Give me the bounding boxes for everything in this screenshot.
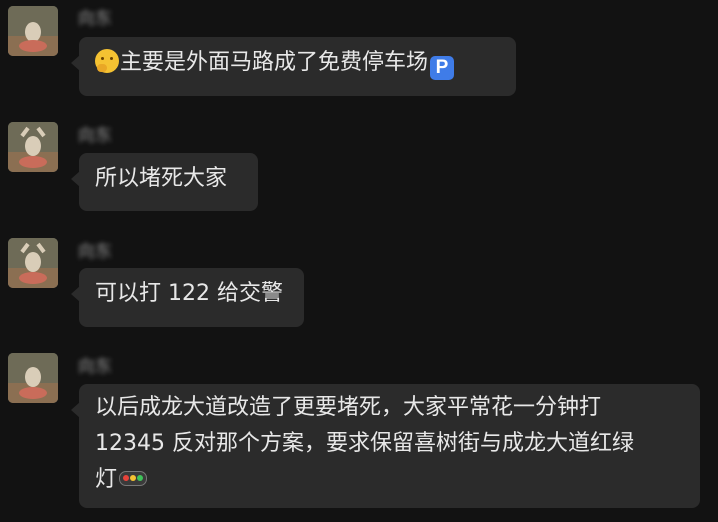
- avatar-image: [8, 353, 58, 403]
- message-row: 向东 可以打 122 给交警: [0, 231, 718, 341]
- message-line: 12345 反对那个方案，要求保留喜树街与成龙大道红绿: [95, 431, 634, 456]
- thinking-face-icon: [95, 49, 119, 73]
- sender-name: 向东: [78, 357, 112, 377]
- avatar[interactable]: [8, 122, 58, 172]
- avatar-image: [8, 238, 58, 288]
- message-bubble[interactable]: 以后成龙大道改造了更要堵死，大家平常花一分钟打 12345 反对那个方案，要求保…: [71, 384, 700, 508]
- avatar-image: [8, 122, 58, 172]
- avatar[interactable]: [8, 353, 58, 403]
- message-text: 主要是外面马路成了免费停车场: [120, 50, 429, 75]
- sender-name: 向东: [78, 126, 112, 146]
- message-bubble[interactable]: 主要是外面马路成了免费停车场 P: [71, 37, 516, 96]
- sender-name: 向东: [78, 9, 112, 29]
- avatar-image: [8, 6, 58, 56]
- avatar[interactable]: [8, 238, 58, 288]
- message-line-last: 灯: [95, 462, 684, 498]
- parking-icon: P: [430, 56, 455, 80]
- sender-name: 向东: [78, 242, 112, 262]
- message-line: 灯: [95, 467, 118, 492]
- traffic-light-icon: [119, 471, 148, 486]
- message-bubble[interactable]: 可以打 122 给交警: [71, 268, 304, 327]
- message-row: 向东 主要是外面马路成了免费停车场 P: [0, 0, 718, 110]
- message-row: 向东 以后成龙大道改造了更要堵死，大家平常花一分钟打 12345 反对那个方案，…: [0, 346, 718, 522]
- message-text: 所以堵死大家: [95, 166, 228, 191]
- message-line: 以后成龙大道改造了更要堵死，大家平常花一分钟打: [95, 395, 602, 420]
- message-bubble[interactable]: 所以堵死大家: [71, 153, 258, 211]
- message-text: 可以打 122 给交警: [95, 281, 283, 306]
- avatar[interactable]: [8, 6, 58, 56]
- message-row: 向东 所以堵死大家: [0, 115, 718, 225]
